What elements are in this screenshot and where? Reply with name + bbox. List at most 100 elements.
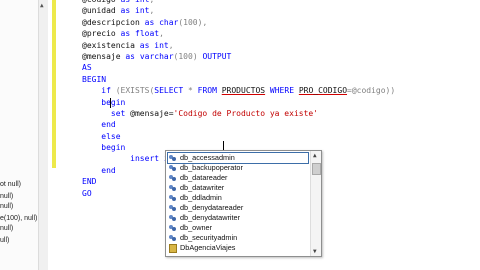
intellisense-item-label: db_owner: [180, 223, 213, 232]
intellisense-item[interactable]: DbAgenciaViajes: [168, 243, 308, 253]
code-token: @mensaje: [82, 51, 126, 61]
object-explorer-line[interactable]: ull): [0, 237, 9, 244]
code-line[interactable]: @precio as float,: [82, 28, 395, 39]
change-tracking-bar: [52, 0, 56, 168]
intellisense-item-label: db_securityadmin: [180, 233, 238, 242]
code-token: ,: [149, 6, 155, 16]
scrollbar-thumb[interactable]: [312, 163, 321, 175]
code-token: end: [101, 120, 116, 130]
code-line[interactable]: if (EXISTS(SELECT * FROM PRODUCTOS WHERE…: [82, 85, 395, 96]
code-line[interactable]: begin: [82, 97, 395, 108]
code-token: as: [125, 51, 135, 61]
object-explorer-pane: ot null) null) null) e(100), null) null) ull)…: [0, 0, 48, 270]
code-token: PRO_CODIGO: [298, 86, 348, 96]
code-token: int: [135, 6, 150, 16]
code-line[interactable]: @unidad as int,: [82, 5, 395, 16]
code-line[interactable]: @existencia as int,: [82, 40, 395, 51]
object-explorer-line[interactable]: null): [0, 203, 13, 210]
code-token: OUTPUT: [202, 51, 232, 61]
code-token: if: [101, 86, 111, 96]
database-icon: [169, 243, 177, 253]
code-token: ,: [149, 0, 154, 4]
intellisense-item[interactable]: db_securityadmin: [168, 233, 308, 243]
object-explorer-line[interactable]: null): [0, 225, 13, 232]
code-token: else: [101, 131, 121, 141]
intellisense-item-label: db_denydatareader: [180, 203, 244, 212]
code-token: varchar: [139, 51, 174, 61]
code-token: FROM: [197, 86, 217, 96]
intellisense-item[interactable]: db_datawriter: [168, 183, 308, 193]
object-explorer-line[interactable]: e(100), null): [0, 215, 37, 222]
code-token: set: [110, 108, 126, 118]
scroll-up-arrow-icon[interactable]: ▲: [313, 152, 317, 159]
code-token: =@codigo)): [347, 86, 396, 96]
role-icon: [169, 224, 177, 232]
code-line[interactable]: BEGIN: [82, 74, 395, 85]
code-token: GO: [82, 188, 92, 198]
intellisense-item-label: db_ddladmin: [180, 193, 222, 202]
code-token: as: [144, 17, 155, 27]
code-token: WHERE: [269, 86, 295, 96]
intellisense-item[interactable]: db_ddladmin: [168, 193, 308, 203]
code-token: 'Codigo de Producto ya existe': [173, 108, 319, 118]
code-line[interactable]: @mensaje as varchar(100) OUTPUT: [82, 51, 395, 62]
intellisense-item-label: db_accessadmin: [180, 153, 235, 162]
role-icon: [169, 184, 177, 192]
intellisense-item[interactable]: db_denydatawriter: [168, 213, 308, 223]
scroll-down-arrow-icon[interactable]: ▼: [313, 248, 317, 255]
code-line[interactable]: @descripcion as char(100),: [82, 17, 395, 28]
code-token: @unidad: [82, 6, 121, 16]
intellisense-item-label: db_datareader: [180, 173, 228, 182]
intellisense-item[interactable]: db_accessadmin: [167, 152, 309, 164]
code-token: end: [101, 165, 116, 175]
code-token: int: [135, 0, 149, 4]
code-token: @precio: [82, 29, 121, 39]
code-token: @existencia: [82, 40, 140, 50]
code-token: (100),: [178, 17, 208, 27]
object-explorer-line[interactable]: ot null): [0, 181, 21, 188]
intellisense-popup[interactable]: db_accessadmin db_backupoperator db_datare…: [165, 150, 322, 257]
intellisense-item-label: db_backupoperator: [180, 163, 243, 172]
intellisense-item-label: db_denydatawriter: [180, 213, 241, 222]
object-explorer-line[interactable]: null): [0, 193, 13, 200]
code-token: *: [183, 86, 198, 96]
code-line[interactable]: AS: [82, 62, 395, 73]
code-token: EXISTS: [120, 86, 150, 96]
role-icon: [169, 154, 177, 162]
object-explorer-scrollbar[interactable]: ▲: [38, 0, 48, 270]
role-icon: [169, 234, 177, 242]
code-token: @mensaje=: [125, 108, 174, 118]
code-token: as: [120, 29, 131, 39]
code-token: END: [82, 177, 97, 187]
intellisense-item[interactable]: db_denydatareader: [168, 203, 308, 213]
code-token: char: [159, 17, 179, 27]
code-line[interactable]: set @mensaje='Codigo de Producto ya exis…: [82, 108, 395, 119]
code-token: begin: [101, 97, 126, 107]
role-icon: [169, 174, 177, 182]
code-token: BEGIN: [82, 74, 107, 84]
code-token: ,: [168, 40, 174, 50]
intellisense-list[interactable]: db_accessadmin db_backupoperator db_datare…: [167, 152, 309, 253]
code-line[interactable]: else: [82, 131, 395, 142]
code-token: (: [110, 86, 121, 96]
role-icon: [169, 214, 177, 222]
intellisense-item[interactable]: db_owner: [168, 223, 308, 233]
scroll-up-arrow-icon[interactable]: ▲: [40, 2, 44, 9]
code-token: AS: [82, 63, 92, 73]
intellisense-item[interactable]: db_backupoperator: [168, 163, 308, 173]
mouse-ibeam-cursor: [110, 98, 111, 108]
role-icon: [169, 164, 177, 172]
intellisense-item-label: db_datawriter: [180, 183, 225, 192]
code-token: ,: [159, 29, 164, 39]
code-line[interactable]: end: [82, 119, 395, 130]
intellisense-item[interactable]: db_datareader: [168, 173, 308, 183]
intellisense-scrollbar[interactable]: ▲ ▼: [310, 151, 321, 256]
code-token: as: [120, 6, 131, 16]
